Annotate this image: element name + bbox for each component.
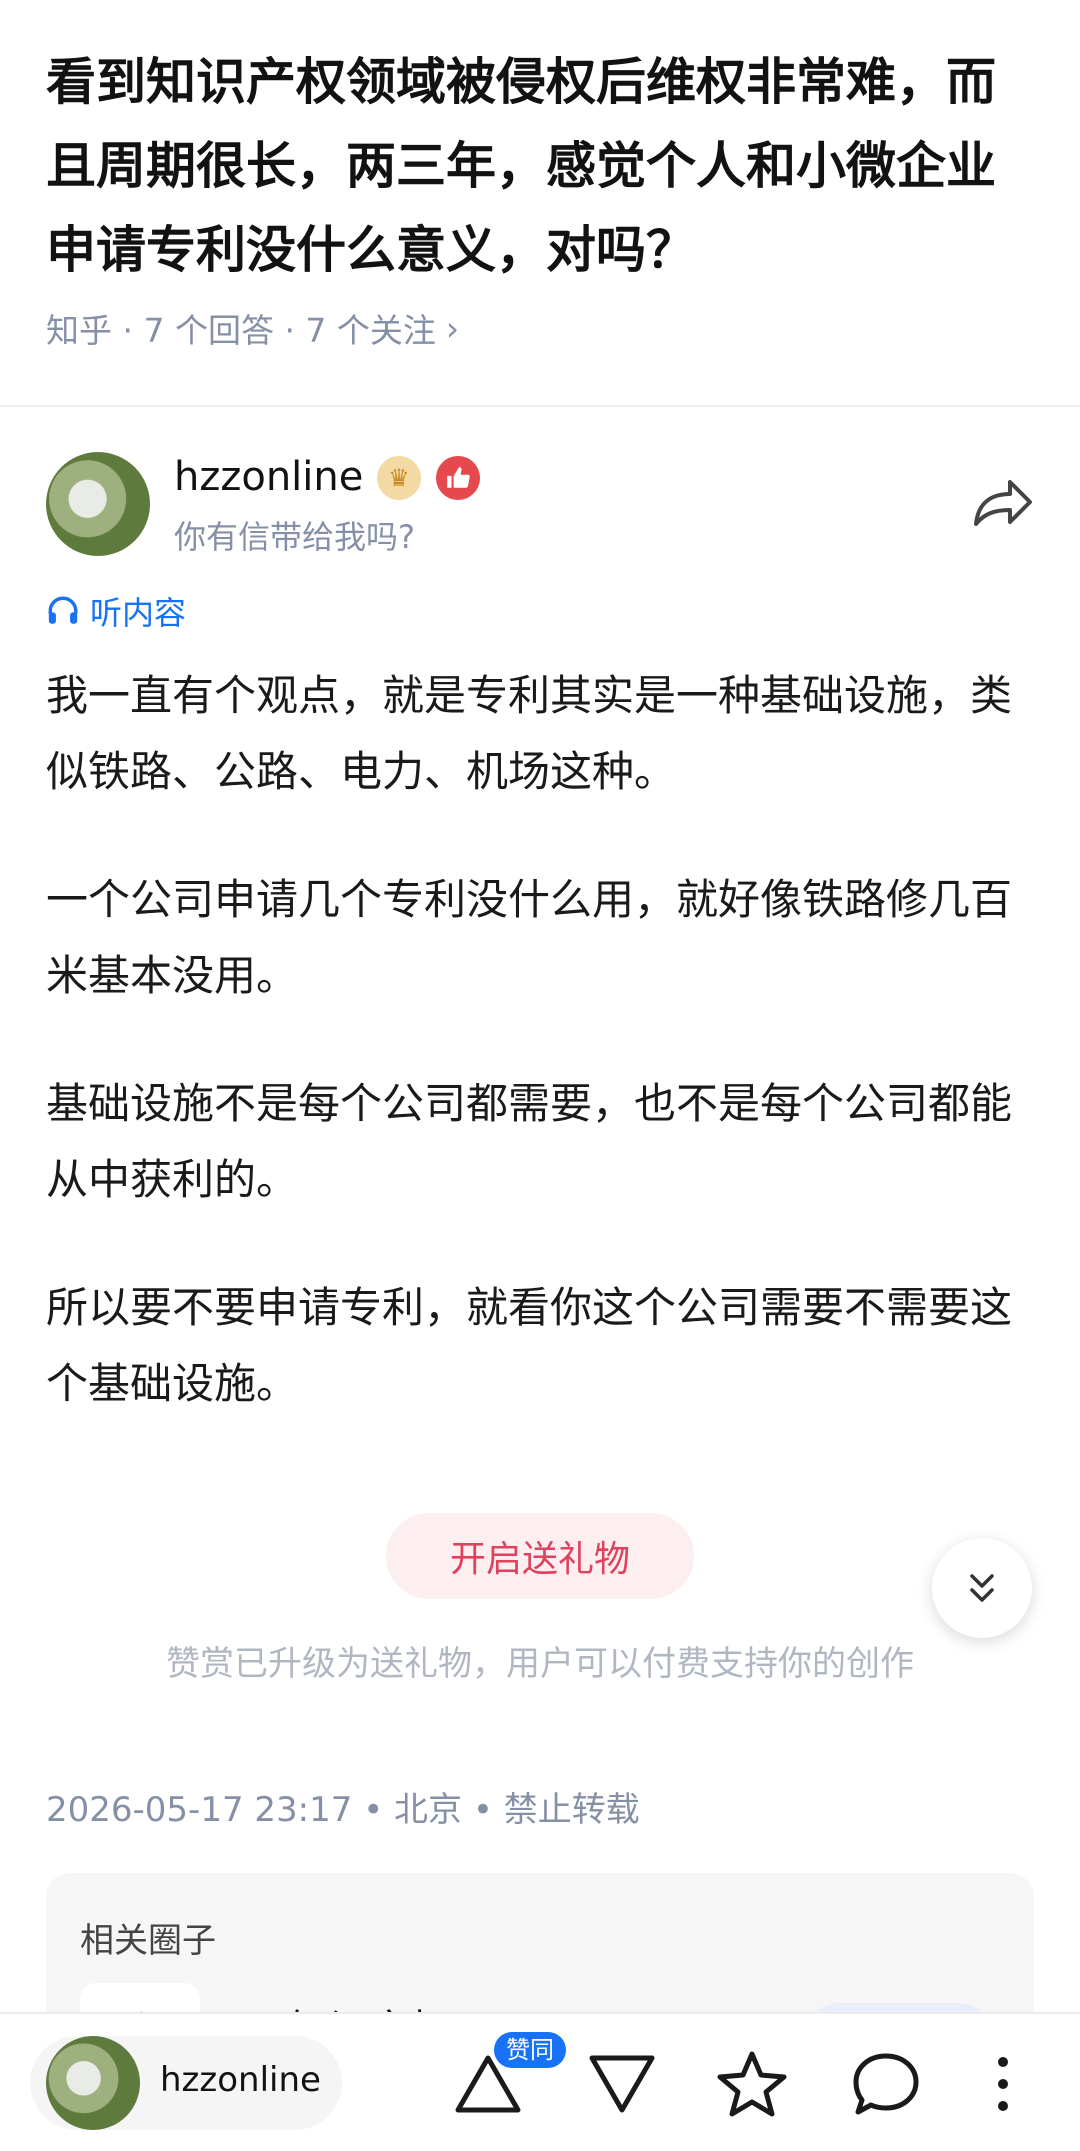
related-circles-title: 相关圈子 xyxy=(80,1921,216,1961)
thumbs-up-icon xyxy=(447,467,470,488)
favorite-button[interactable] xyxy=(712,2044,792,2124)
answer-content[interactable]: 我一直有个观点，就是专利其实是一种基础设施，类似铁路、公路、电力、机场这种。 一… xyxy=(46,658,1016,1474)
bottom-author-name: hzzonline xyxy=(160,2060,321,2100)
author-name[interactable]: hzzonline xyxy=(174,452,363,502)
listen-label: 听内容 xyxy=(90,594,187,632)
bottom-author-avatar xyxy=(46,2036,140,2130)
double-chevron-down-icon xyxy=(970,1574,994,1602)
chevron-right-icon: › xyxy=(445,308,460,348)
crown-glyph: ♛ xyxy=(388,464,410,492)
question-meta-text: 知乎 · 7 个回答 · 7 个关注 xyxy=(46,311,436,350)
author-avatar[interactable] xyxy=(46,452,150,556)
answer-paragraph: 基础设施不是每个公司都需要，也不是每个公司都能从中获利的。 xyxy=(46,1079,1013,1204)
headphones-icon xyxy=(48,596,78,624)
answer-paragraph: 一个公司申请几个专利没什么用，就好像铁路修几百米基本没用。 xyxy=(46,875,1013,1000)
question-header[interactable]: 看到知识产权领域被侵权后维权非常难，而且周期很长，两三年，感觉个人和小微企业申请… xyxy=(0,0,1080,352)
star-icon xyxy=(717,2051,787,2117)
author-row: hzzonline ♛ 你有信带给我吗? xyxy=(46,452,1034,556)
collapse-button[interactable] xyxy=(932,1538,1032,1638)
question-title[interactable]: 看到知识产权领域被侵权后维权非常难，而且周期很长，两三年，感觉个人和小微企业申请… xyxy=(46,40,1034,292)
answer-paragraph: 我一直有个观点，就是专利其实是一种基础设施，类似铁路、公路、电力、机场这种。 xyxy=(46,671,1013,796)
divider xyxy=(0,405,1080,407)
upvote-tag: 赞同 xyxy=(494,2032,566,2068)
comment-button[interactable] xyxy=(846,2044,926,2124)
thumbs-up-badge-icon[interactable] xyxy=(436,456,480,500)
share-icon xyxy=(974,480,1032,526)
bottom-action-bar: hzzonline 赞同 xyxy=(0,2012,1080,2151)
more-options-button[interactable] xyxy=(978,2044,1028,2124)
post-meta: 2026-05-17 23:17 • 北京 • 禁止转载 xyxy=(46,1790,640,1830)
author-bio: 你有信带给我吗? xyxy=(174,518,415,556)
bottom-author-chip[interactable]: hzzonline xyxy=(30,2036,342,2130)
listen-button[interactable]: 听内容 xyxy=(46,588,186,634)
downvote-triangle-icon xyxy=(589,2055,655,2113)
answer-paragraph: 所以要不要申请专利，就看你这个公司需要不需要这个基础设施。 xyxy=(46,1283,1013,1408)
comment-bubble-icon xyxy=(853,2053,919,2115)
open-gift-button[interactable]: 开启送礼物 xyxy=(386,1513,694,1599)
more-vertical-icon xyxy=(998,2057,1008,2111)
question-meta[interactable]: 知乎 · 7 个回答 · 7 个关注 › xyxy=(46,304,1034,352)
gift-note: 赞赏已升级为送礼物，用户可以付费支持你的创作 xyxy=(166,1644,914,1684)
downvote-button[interactable] xyxy=(582,2044,662,2124)
crown-badge-icon[interactable]: ♛ xyxy=(377,456,421,500)
share-button[interactable] xyxy=(970,472,1034,532)
